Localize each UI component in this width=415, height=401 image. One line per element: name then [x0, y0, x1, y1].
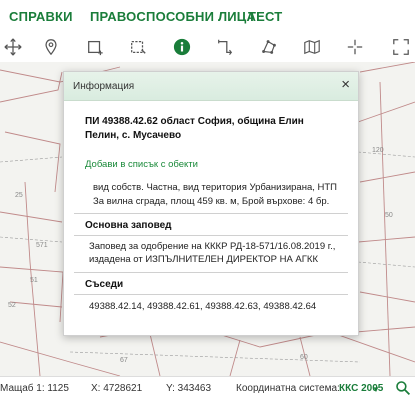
search-icon — [396, 381, 411, 396]
draw-rectangle-icon — [88, 40, 103, 56]
scale-readout: Мащаб 1: 1125 — [0, 383, 69, 394]
add-to-list-link[interactable]: Добави в списък с обекти — [85, 159, 198, 170]
layers-tool-button[interactable] — [299, 34, 325, 60]
divider — [74, 213, 348, 214]
select-rectangle-icon — [131, 40, 146, 54]
measure-tool-button[interactable] — [212, 34, 238, 60]
select-area-tool-button[interactable] — [125, 34, 151, 60]
pan-tool-button[interactable] — [0, 34, 26, 60]
crosshair-icon — [347, 39, 363, 55]
map-pin-icon — [45, 39, 57, 56]
close-icon[interactable]: × — [341, 77, 350, 93]
map-parcel-label: 120 — [372, 147, 384, 154]
map-parcel-label: 50 — [385, 212, 393, 219]
x-coordinate-readout: X: 4728621 — [91, 383, 143, 394]
dialog-title: Информация — [73, 81, 135, 92]
parcel-heading-line-2: Пелин, с. Мусачево — [85, 130, 182, 141]
y-coordinate-readout: Y: 343463 — [166, 383, 212, 394]
order-text-line-1: Заповед за одобрение на КККР РД-18-571/1… — [89, 241, 336, 252]
menu-item-spravki[interactable]: СПРАВКИ — [9, 9, 73, 24]
draw-polygon-icon — [262, 40, 276, 54]
info-tool-button[interactable] — [169, 34, 195, 60]
info-dialog: Информация × ПИ 49388.42.62 област София… — [63, 71, 359, 336]
map-parcel-label: 25 — [15, 192, 23, 199]
menu-item-test[interactable]: ТЕСТ — [248, 9, 282, 24]
polygon-tool-button[interactable] — [256, 34, 282, 60]
order-heading: Основна заповед — [85, 220, 172, 231]
crs-label: Координатна система: — [236, 383, 340, 394]
chevron-down-icon[interactable]: ▼ — [372, 385, 380, 394]
neighbors-heading: Съседи — [85, 279, 124, 290]
divider — [74, 294, 348, 295]
fullscreen-tool-button[interactable] — [388, 34, 414, 60]
neighbors-list: 49388.42.14, 49388.42.61, 49388.42.63, 4… — [89, 301, 317, 312]
order-text-line-2: издадена от ИЗПЪЛНИТЕЛЕН ДИРЕКТОР НА АГК… — [89, 254, 318, 265]
top-menu: СПРАВКИ ПРАВОСПОСОБНИ ЛИЦА ТЕСТ — [0, 0, 415, 32]
coordinates-tool-button[interactable] — [342, 34, 368, 60]
map-parcel-label: 51 — [30, 277, 38, 284]
divider — [74, 235, 348, 236]
divider — [74, 272, 348, 273]
rectangle-tool-button[interactable] — [82, 34, 108, 60]
search-button[interactable] — [395, 380, 411, 399]
menu-item-licensed-persons[interactable]: ПРАВОСПОСОБНИ ЛИЦА — [90, 9, 256, 24]
parcel-properties-line-1: вид собств. Частна, вид територия Урбани… — [93, 182, 337, 193]
dialog-header: Информация × — [64, 72, 358, 101]
point-tool-button[interactable] — [38, 34, 64, 60]
fullscreen-icon — [393, 39, 409, 55]
map-parcel-label: 52 — [8, 302, 16, 309]
map-layers-icon — [304, 39, 320, 55]
info-icon — [173, 38, 191, 56]
map-parcel-label: 60 — [300, 354, 308, 361]
map-parcel-label: 67 — [120, 357, 128, 364]
parcel-heading-line-1: ПИ 49388.42.62 област София, община Елин — [85, 116, 304, 127]
status-bar: Мащаб 1: 1125 X: 4728621 Y: 343463 Коорд… — [0, 376, 415, 401]
move-arrows-icon — [4, 38, 22, 56]
map-toolbar — [0, 32, 415, 63]
parcel-properties-line-2: За вилна сграда, площ 459 кв. м, Брой въ… — [93, 196, 330, 207]
measure-length-icon — [218, 39, 233, 56]
map-parcel-label: 571 — [36, 242, 48, 249]
